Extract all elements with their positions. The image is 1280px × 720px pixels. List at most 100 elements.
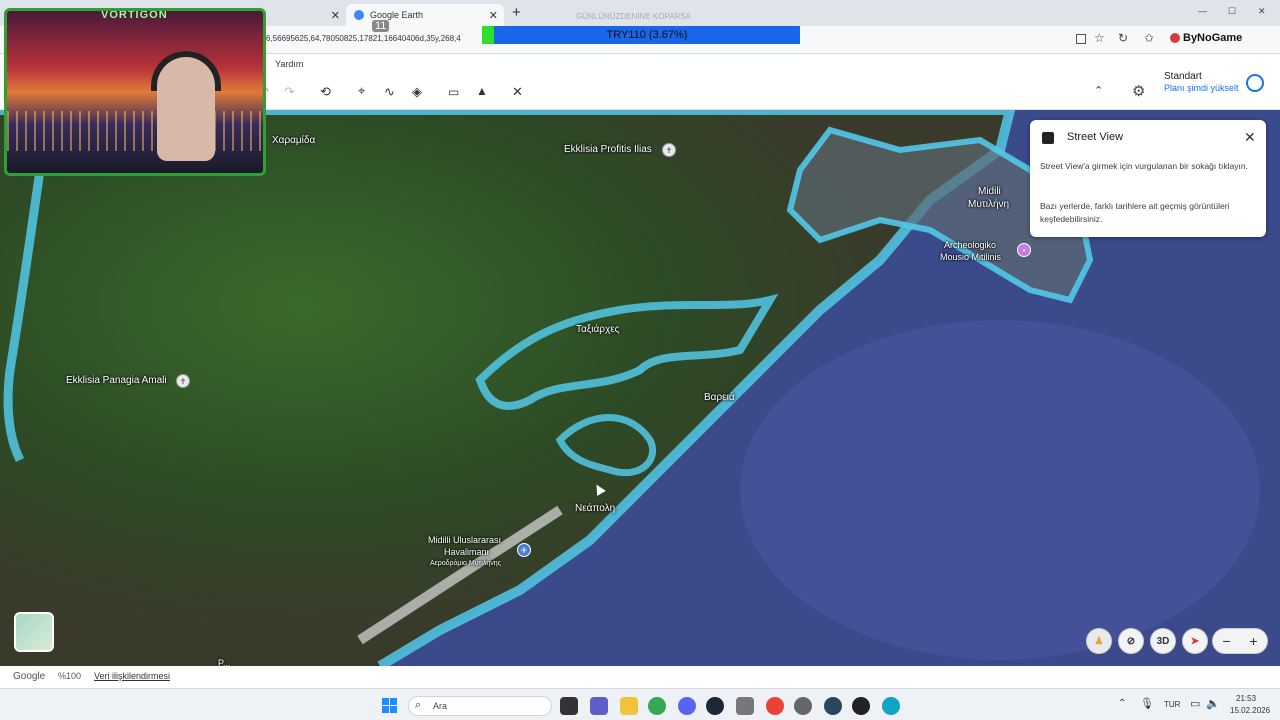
label-vareia: Βαρειά [704, 392, 735, 403]
compass-icon[interactable]: ➤ [1182, 628, 1208, 654]
windows-start-icon[interactable] [382, 698, 397, 713]
search-placeholder: Ara [433, 701, 448, 711]
image-overlay-icon[interactable]: ▲ [476, 84, 488, 98]
attribution-link[interactable]: Veri ilişkilendirmesi [94, 671, 170, 681]
tab-google-earth[interactable]: Google Earth ✕ [346, 4, 504, 26]
minimize-button[interactable]: — [1198, 6, 1207, 16]
account-icon[interactable] [1246, 74, 1264, 92]
label-charamida: Χαραμίδα [272, 135, 316, 146]
bookmark-label: ByNoGame [1183, 32, 1243, 44]
street-view-icon [1042, 132, 1054, 144]
overlay-banner-text: GÜNLÜNÜZDENİNE KOPARSA [576, 12, 691, 21]
taskbar-search[interactable]: ⌕ Ara [408, 696, 552, 716]
zoom-out-button[interactable]: − [1222, 633, 1230, 649]
measure-icon[interactable]: ▭ [448, 85, 459, 99]
label-airport-greek: Αεροδρόμιο Μυτιλήνης [430, 560, 502, 567]
tools-icon[interactable]: ✕ [512, 84, 523, 100]
label-taxiarches: Ταξιάρχες [576, 324, 620, 335]
settings-icon[interactable] [794, 697, 812, 715]
settings-gear-icon[interactable]: ⚙ [1132, 82, 1145, 100]
chrome-alt-icon[interactable] [766, 697, 784, 715]
status-bar: Google %100 Veri ilişkilendirmesi [0, 666, 1280, 688]
volume-icon[interactable]: 🔈 [1206, 697, 1220, 710]
microphone-icon[interactable]: 🎙 [1140, 697, 1154, 710]
display-icon[interactable]: ▭ [1190, 697, 1200, 710]
close-tab-icon[interactable]: ✕ [489, 9, 498, 22]
label-neapoli: Νεάπολη [575, 503, 616, 514]
language-indicator[interactable]: TUR [1164, 700, 1180, 709]
new-tab-button[interactable]: + [512, 4, 521, 21]
obs-icon[interactable] [852, 697, 870, 715]
street-view-line2: Bazı yerlerde, farklı tarihlere ait geçm… [1040, 201, 1230, 224]
zoom-in-button[interactable]: + [1249, 633, 1257, 649]
close-window-button[interactable]: ✕ [1258, 6, 1266, 17]
taskview-icon[interactable] [560, 697, 578, 715]
close-icon[interactable]: ✕ [1244, 129, 1256, 146]
placemark-icon[interactable]: ⌖ [358, 83, 365, 99]
label-museum-line2: Mousio Mitilinis [940, 252, 1002, 262]
plan-upgrade-link[interactable]: Planı şimdi yükselt [1164, 83, 1239, 93]
pegman-icon[interactable]: ♟ [1086, 628, 1112, 654]
city-lights [7, 111, 263, 151]
close-tab-icon[interactable]: ✕ [331, 9, 340, 22]
menu-help[interactable]: Yardım [275, 59, 303, 69]
museum-pin-icon[interactable]: ▪ [1017, 243, 1031, 257]
clock-date[interactable]: 15.02.2026 [1230, 706, 1270, 715]
label-profitis-ilias: Ekklisia Profitis Ilias [564, 144, 652, 155]
discord-icon[interactable] [678, 697, 696, 715]
label-museum-line1: Archeologiko [944, 240, 997, 250]
steam-alt-icon[interactable] [824, 697, 842, 715]
game-icon[interactable] [736, 697, 754, 715]
church-pin-icon[interactable]: ✝ [662, 143, 676, 157]
compass-reset-icon[interactable]: ⊘ [1118, 628, 1144, 654]
file-explorer-icon[interactable] [620, 697, 638, 715]
notification-badge: 11 [372, 20, 390, 32]
label-mytilini-greek: Μυτιλήνη [968, 199, 1010, 210]
clock-time[interactable]: 21:53 [1236, 694, 1256, 703]
plan-title: Standart [1164, 71, 1202, 82]
windows-taskbar: ⌕ Ara ⌃ 🎙 TUR ▭ 🔈 21:53 15.02.2026 [0, 688, 1280, 720]
maximize-button[interactable]: ☐ [1228, 6, 1236, 17]
headset-icon [151, 51, 221, 91]
label-mytilini-latin: Midili [978, 186, 1001, 197]
zoom-level: %100 [58, 671, 82, 681]
church-pin-icon[interactable]: ✝ [176, 374, 190, 388]
label-airport-line1: Midilli Uluslararası [428, 535, 502, 545]
label-panagia-amali: Ekklisia Panagia Amali [66, 375, 167, 386]
history-icon[interactable]: ⟲ [320, 84, 331, 100]
path-icon[interactable]: ∿ [384, 84, 395, 100]
map-style-button[interactable] [14, 612, 54, 652]
bynogame-logo-icon [1170, 33, 1180, 43]
google-logo: Google [13, 671, 46, 682]
steam-icon[interactable] [706, 697, 724, 715]
zoom-control: − + [1212, 628, 1268, 654]
label-partial-bottom: Ρ... [218, 658, 231, 666]
label-airport-line2: Havalimanı [444, 547, 490, 557]
satellite-map[interactable]: Χαραμίδα Ekklisia Profitis Ilias ✝ Midil… [0, 110, 1280, 666]
tab-label: Google Earth [370, 10, 424, 20]
chrome-icon[interactable] [648, 697, 666, 715]
street-view-line1: Street View'a girmek için vurgulanan bir… [1040, 161, 1248, 171]
toggle-3d-button[interactable]: 3D [1150, 628, 1176, 654]
search-icon: ⌕ [415, 699, 422, 711]
webcam-overlay: VORTIGON [4, 8, 266, 176]
collapse-chevron-icon[interactable]: ⌃ [1094, 84, 1103, 97]
layers-icon[interactable]: ◈ [412, 84, 422, 100]
refresh-icon[interactable]: ↻ [1118, 31, 1128, 45]
tray-chevron-icon[interactable]: ⌃ [1118, 698, 1126, 709]
favorites-icon[interactable]: ✩ [1144, 31, 1154, 45]
extensions-icon[interactable] [1076, 34, 1086, 44]
url-field[interactable]: 6,56695625,64,78050825,17821,16640406d,3… [266, 34, 496, 43]
ticker-bar: TRY110 (3.67%) [494, 26, 800, 44]
streamer-logo: VORTIGON [101, 9, 168, 21]
airport-pin-icon[interactable]: ✈ [517, 543, 531, 557]
street-view-panel: Street View ✕ Street View'a girmek için … [1030, 120, 1266, 237]
ticker-label: TRY110 (3.67%) [606, 29, 688, 41]
google-earth-tab-icon [354, 10, 364, 20]
redo-icon[interactable]: ↷ [284, 84, 295, 100]
edge-icon[interactable] [882, 697, 900, 715]
star-icon[interactable]: ☆ [1094, 31, 1105, 45]
street-view-title: Street View [1067, 131, 1124, 143]
teams-icon[interactable] [590, 697, 608, 715]
bynogame-bookmark[interactable]: ByNoGame [1170, 32, 1242, 44]
